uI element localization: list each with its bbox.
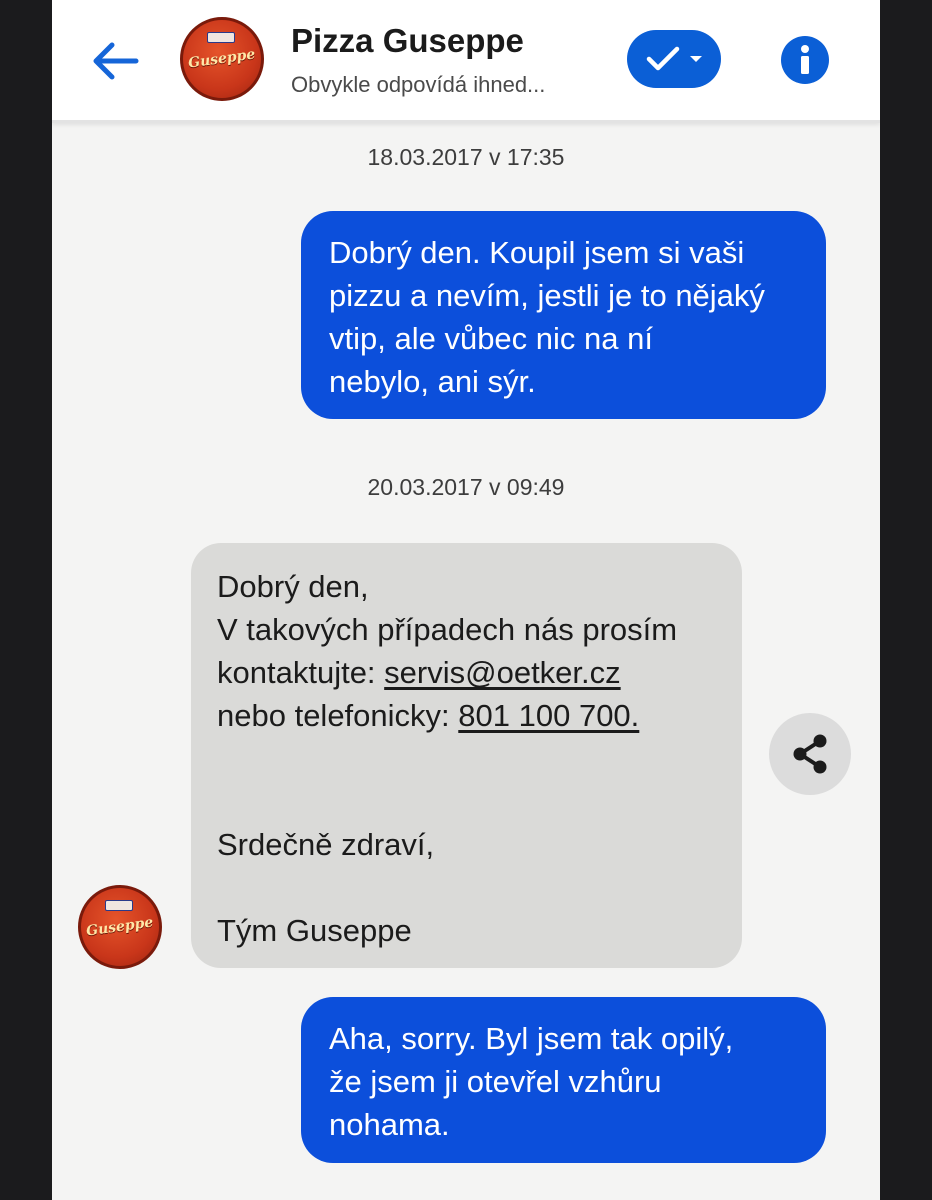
message-line: vtip, ale vůbec nic na ní (329, 321, 653, 356)
logo-badge (105, 900, 133, 911)
outgoing-message[interactable]: Dobrý den. Koupil jsem si vaši pizzu a n… (301, 211, 826, 419)
message-timestamp: 18.03.2017 v 17:35 (367, 144, 565, 170)
message-line: Aha, sorry. Byl jsem tak opilý, (329, 1021, 734, 1056)
logo-badge (207, 32, 235, 43)
phone-prefix: nebo telefonicky: (217, 698, 450, 733)
message-line: Dobrý den, (217, 569, 369, 604)
check-icon (646, 46, 680, 71)
share-icon (793, 734, 827, 774)
conversation-header: Guseppe Pizza Guseppe Obvykle odpovídá i… (52, 0, 880, 123)
message-line: nohama. (329, 1107, 450, 1142)
message-line: nebylo, ani sýr. (329, 364, 536, 399)
sender-avatar[interactable]: Guseppe (78, 885, 162, 969)
message-line: Srdečně zdraví, (217, 827, 435, 862)
page-avatar[interactable]: Guseppe (180, 17, 264, 101)
message-line: nebo telefonicky: 801 100 700. (217, 694, 716, 737)
logo-text: Guseppe (187, 46, 257, 72)
contact-prefix: kontaktujte: (217, 655, 376, 690)
phone-link[interactable]: 801 100 700. (458, 698, 639, 733)
arrow-left-icon (93, 42, 139, 80)
outgoing-message[interactable]: Aha, sorry. Byl jsem tak opilý, že jsem … (301, 997, 826, 1163)
message-timestamp: 20.03.2017 v 09:49 (367, 474, 565, 500)
logo-text: Guseppe (85, 914, 155, 940)
message-line: Tým Guseppe (217, 913, 412, 948)
page-title[interactable]: Pizza Guseppe (291, 22, 524, 60)
info-button[interactable] (781, 36, 829, 84)
message-line: kontaktujte: servis@oetker.cz (217, 651, 716, 694)
message-line: že jsem ji otevřel vzhůru (329, 1064, 662, 1099)
verified-dropdown-button[interactable] (627, 30, 721, 88)
message-line: Dobrý den. Koupil jsem si vaši (329, 235, 745, 270)
share-button[interactable] (769, 713, 851, 795)
message-line: pizzu a nevím, jestli je to nějaký (329, 278, 765, 313)
response-status: Obvykle odpovídá ihned... (291, 72, 546, 97)
back-button[interactable] (88, 34, 142, 88)
email-link[interactable]: servis@oetker.cz (384, 655, 620, 690)
message-line: V takových případech nás prosím (217, 612, 678, 647)
info-icon (801, 45, 809, 74)
messenger-screen: Guseppe Pizza Guseppe Obvykle odpovídá i… (52, 0, 880, 1200)
chevron-down-icon (690, 56, 702, 62)
incoming-message[interactable]: Dobrý den, V takových případech nás pros… (191, 543, 742, 968)
